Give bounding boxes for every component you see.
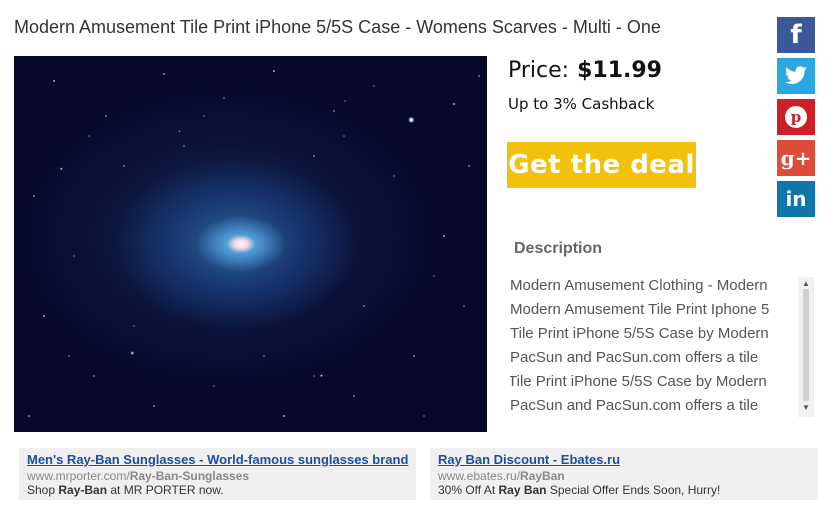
ad-url[interactable]: www.ebates.ru/RayBan [438, 469, 810, 483]
price-label: Price: [508, 58, 570, 83]
ad-url-keyword: Ray-Ban-Sunglasses [129, 469, 250, 483]
ad-url[interactable]: www.mrporter.com/Ray-Ban-Sunglasses [27, 469, 408, 483]
scroll-down-arrow-icon[interactable]: ▼ [798, 401, 814, 413]
ad-title-link[interactable]: Men's Ray-Ban Sunglasses - World-famous … [27, 452, 408, 467]
linkedin-share-button[interactable]: in [777, 181, 815, 217]
ad-text-keyword: Ray-Ban [58, 483, 108, 497]
galaxy-stars [28, 70, 480, 417]
description-heading: Description [514, 240, 603, 257]
description-line: PacSun and PacSun.com offers a tile [510, 397, 759, 414]
ad-text: 30% Off At Ray Ban Special Offer Ends So… [438, 483, 810, 497]
description-text[interactable]: Modern Amusement Clothing - Modern Moder… [510, 274, 813, 418]
ad-url-prefix: www.mrporter.com/ [27, 469, 130, 483]
price-value: $11.99 [577, 58, 662, 83]
ad-text-keyword: Ray Ban [498, 483, 547, 497]
facebook-share-button[interactable]: f [777, 17, 815, 53]
ad-text: Shop Ray-Ban at MR PORTER now. [27, 483, 408, 497]
ad-ebates: Ray Ban Discount - Ebates.ru www.ebates.… [430, 448, 818, 500]
scroll-up-arrow-icon[interactable]: ▲ [798, 277, 814, 289]
ad-text-suffix: Special Offer Ends Soon, Hurry! [546, 483, 721, 497]
ad-url-prefix: www.ebates.ru/ [438, 469, 521, 483]
svg-text:p: p [791, 108, 802, 126]
description-line: Modern Amusement Tile Print Iphone 5 [510, 301, 770, 318]
google-plus-share-button[interactable]: g+ [777, 140, 815, 176]
ad-text-prefix: Shop [27, 483, 59, 497]
description-line: Tile Print iPhone 5/5S Case by Modern [510, 325, 769, 342]
product-title: Modern Amusement Tile Print iPhone 5/5S … [14, 17, 661, 37]
google-plus-icon: g+ [780, 146, 812, 170]
pinterest-share-button[interactable]: p [777, 99, 815, 135]
price-line: Price: $11.99 [508, 58, 662, 83]
facebook-icon: f [790, 20, 802, 50]
get-the-deal-button[interactable]: Get the deal [507, 142, 696, 188]
ad-text-suffix: at MR PORTER now. [107, 483, 224, 497]
description-scrollbar[interactable]: ▲ ▼ [798, 277, 814, 417]
ad-url-keyword: RayBan [520, 469, 565, 483]
ad-mrporter: Men's Ray-Ban Sunglasses - World-famous … [19, 448, 416, 500]
social-share-bar: f p g+ in [777, 17, 815, 222]
linkedin-icon: in [785, 187, 807, 211]
twitter-icon [784, 66, 807, 84]
pinterest-icon: p [785, 106, 807, 128]
description-line: Modern Amusement Clothing - Modern [510, 277, 768, 294]
product-image [14, 56, 487, 432]
cashback-text: Up to 3% Cashback [508, 95, 655, 113]
twitter-share-button[interactable] [777, 58, 815, 94]
description-line: Tile Print iPhone 5/5S Case by Modern [510, 373, 767, 390]
ad-title-link[interactable]: Ray Ban Discount - Ebates.ru [438, 452, 810, 467]
description-line: PacSun and PacSun.com offers a tile [510, 349, 759, 366]
scrollbar-thumb[interactable] [803, 289, 809, 401]
ad-text-prefix: 30% Off At [438, 483, 499, 497]
